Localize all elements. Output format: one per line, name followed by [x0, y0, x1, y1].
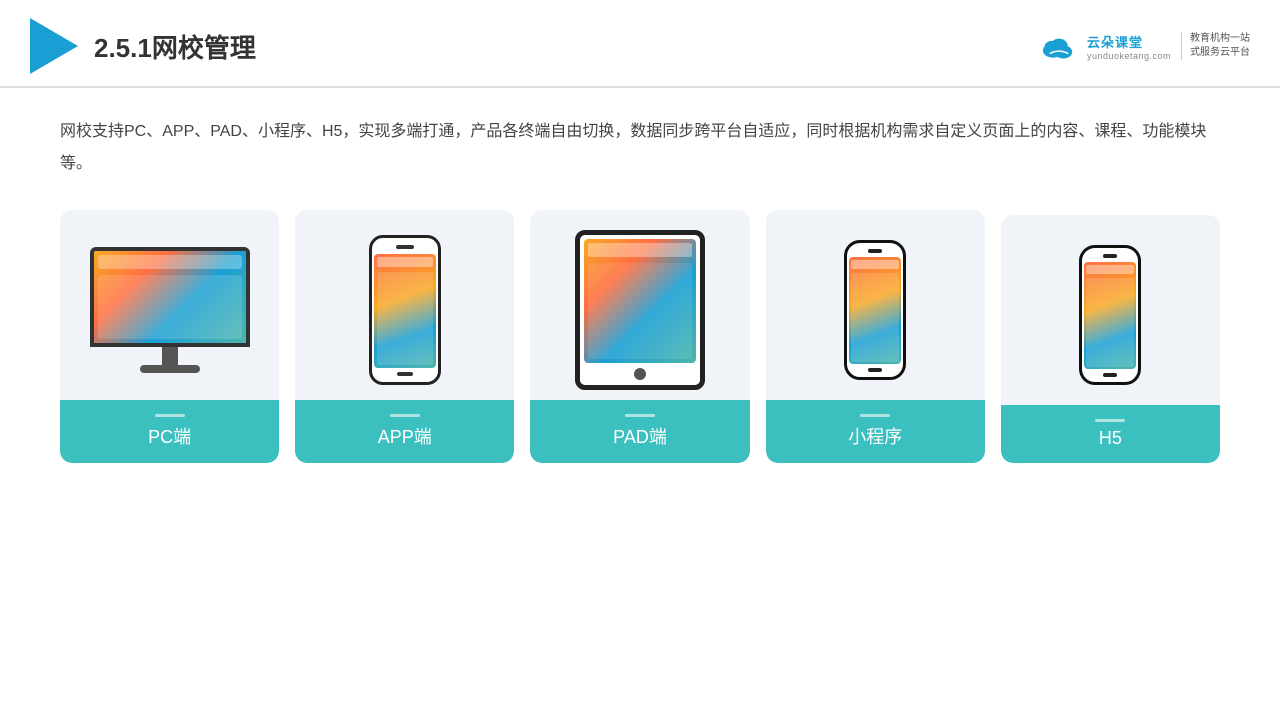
brand-name: 云朵课堂	[1087, 32, 1143, 51]
app-image-area	[295, 210, 514, 400]
mini-label: 小程序	[766, 400, 985, 463]
device-card-pc: PC端	[60, 210, 279, 463]
mini-image-area	[766, 210, 985, 400]
app-label: APP端	[295, 400, 514, 463]
pad-tablet-screen	[584, 239, 696, 363]
label-bar-line	[860, 414, 890, 417]
h5-phone-icon	[1079, 245, 1141, 385]
brand-slogan: 教育机构一站式服务云平台	[1181, 32, 1250, 60]
logo-triangle-icon	[30, 18, 78, 74]
pc-label: PC端	[60, 400, 279, 463]
device-card-pad: PAD端	[530, 210, 749, 463]
description-text: 网校支持PC、APP、PAD、小程序、H5，实现多端打通，产品各终端自由切换，数…	[60, 116, 1220, 180]
pad-tablet-icon	[575, 230, 705, 390]
brand-logo: 云朵课堂 yunduoketang.com 教育机构一站式服务云平台	[1037, 31, 1250, 61]
device-card-h5: H5	[1001, 215, 1220, 463]
h5-image-area	[1001, 215, 1220, 405]
pad-image-area	[530, 210, 749, 400]
device-card-mini: 小程序	[766, 210, 985, 463]
device-card-app: APP端	[295, 210, 514, 463]
monitor-screen	[90, 247, 250, 347]
monitor-stand-neck	[162, 347, 178, 365]
pad-label: PAD端	[530, 400, 749, 463]
pc-image-area	[60, 210, 279, 400]
app-phone-screen	[374, 254, 436, 368]
label-bar-line	[390, 414, 420, 417]
h5-label: H5	[1001, 405, 1220, 463]
header-left: 2.5.1网校管理	[30, 18, 256, 74]
monitor-stand-base	[140, 365, 200, 373]
pc-monitor-icon	[85, 247, 255, 373]
page-header: 2.5.1网校管理 云朵课堂 yunduoketang.com 教育机构一站式服…	[0, 0, 1280, 88]
header-right: 云朵课堂 yunduoketang.com 教育机构一站式服务云平台	[1037, 31, 1250, 61]
label-bar-line	[155, 414, 185, 417]
brand-text: 云朵课堂 yunduoketang.com	[1087, 32, 1171, 61]
mini-phone-icon	[844, 240, 906, 380]
app-phone-icon	[369, 235, 441, 385]
device-cards: PC端 APP端 PAD端	[60, 210, 1220, 463]
label-bar-line	[625, 414, 655, 417]
brand-url: yunduoketang.com	[1087, 51, 1171, 61]
cloud-icon	[1037, 31, 1081, 61]
main-content: 网校支持PC、APP、PAD、小程序、H5，实现多端打通，产品各终端自由切换，数…	[0, 88, 1280, 483]
page-title: 2.5.1网校管理	[94, 28, 256, 65]
h5-phone-screen	[1084, 262, 1136, 369]
mini-phone-screen	[849, 257, 901, 364]
label-bar-line	[1095, 419, 1125, 422]
monitor-screen-inner	[94, 251, 246, 343]
